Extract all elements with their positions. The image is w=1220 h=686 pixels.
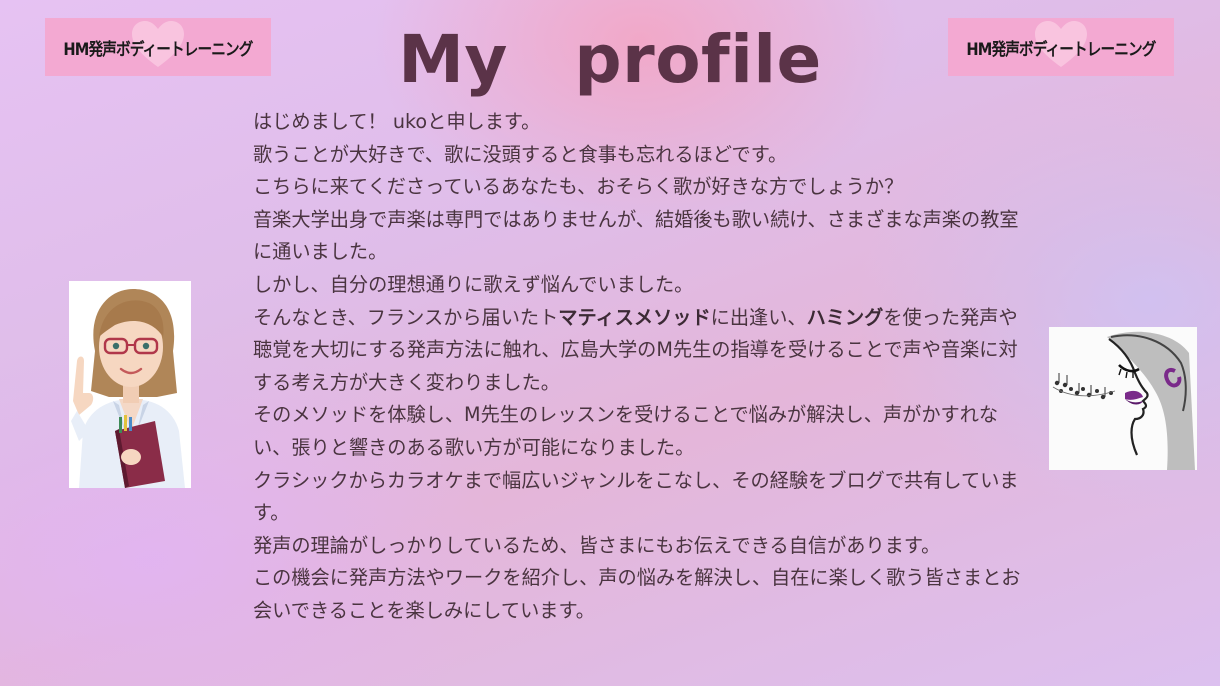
paragraph: クラシックからカラオケまで幅広いジャンルをこなし、その経験をブログで共有していま…: [253, 468, 1019, 525]
paragraph: はじめまして！ ukoと申します。: [253, 110, 541, 133]
text-run: に出逢い、: [710, 305, 807, 329]
paragraph: 発声の理論がしっかりしているため、皆さまにもお伝えできる自信があります。: [253, 533, 941, 557]
page-title: My profile: [398, 21, 822, 98]
profile-text: はじめまして！ ukoと申します。 歌うことが大好きで、歌に没頭すると食事も忘れ…: [253, 106, 1033, 628]
singer-sketch: [1049, 327, 1197, 470]
method-name-bold: マティスメソッド: [558, 305, 711, 329]
paragraph-method: そんなとき、フランスから届いたトマティスメソッドに出逢い、ハミングを使った発声や…: [253, 302, 1033, 400]
teacher-illustration: [69, 281, 191, 488]
humming-bold: ハミング: [806, 305, 884, 329]
paragraph: この機会に発声方法やワークを紹介し、声の悩みを解決し、自在に楽しく歌う皆さまとお…: [253, 566, 1021, 622]
paragraph: こちらに来てくださっているあなたも、おそらく歌が好きな方でしょうか？: [253, 175, 904, 199]
paragraph: しかし、自分の理想通りに歌えず悩んでいました。: [253, 272, 694, 296]
paragraph: 音楽大学出身で声楽は専門ではありませんが、結婚後も歌い続け、さまざまな声楽の教室…: [253, 207, 1019, 264]
paragraph: そのメソッドを体験し、M先生のレッスンを受けることで悩みが解決し、声がかすれない…: [253, 403, 999, 459]
text-run: そんなとき、フランスから届いたト: [253, 305, 559, 329]
paragraph: 歌うことが大好きで、歌に没頭すると食事も忘れるほどです。: [253, 142, 788, 166]
